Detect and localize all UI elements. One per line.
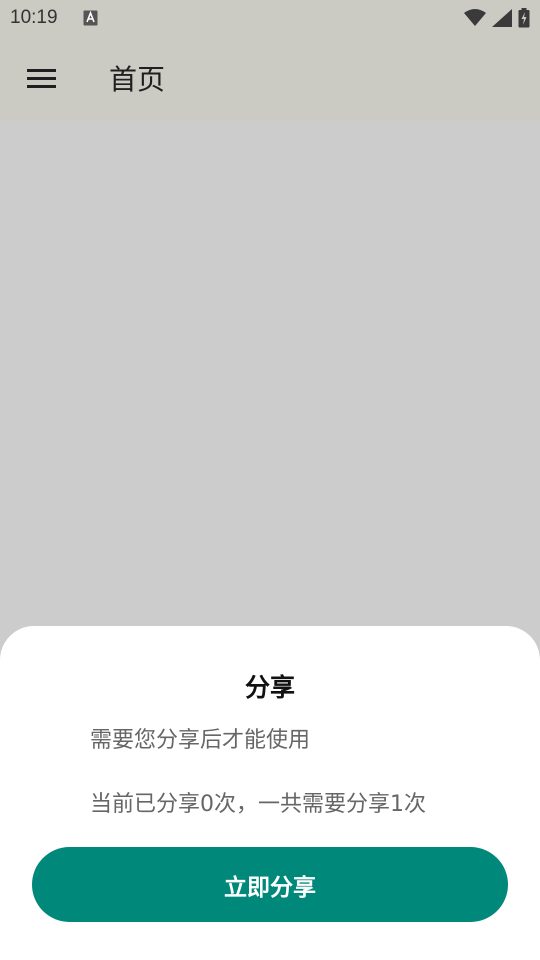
status-icons — [464, 8, 530, 32]
page-title: 首页 — [109, 63, 166, 96]
sheet-title: 分享 — [244, 673, 295, 702]
share-bottom-sheet: 分享 需要您分享后才能使用 当前已分享0次，一共需要分享1次 立即分享 — [0, 626, 540, 960]
a-notification-icon — [83, 10, 98, 26]
app-bar: 首页 — [0, 36, 540, 120]
screen: 10:19 首页 分享 需要您分享后才能使用 当前已分享0次，一共需要分享1次 … — [0, 0, 540, 960]
status-bar: 10:19 — [0, 0, 540, 36]
battery-charging-icon — [518, 8, 530, 32]
signal-icon — [492, 9, 512, 31]
sheet-message: 需要您分享后才能使用 — [90, 728, 311, 753]
share-count-text: 当前已分享0次，一共需要分享1次 — [90, 792, 426, 817]
status-time: 10:19 — [10, 7, 58, 28]
hamburger-menu-icon[interactable] — [16, 56, 68, 100]
share-now-button[interactable]: 立即分享 — [32, 847, 508, 922]
wifi-icon — [464, 9, 486, 31]
